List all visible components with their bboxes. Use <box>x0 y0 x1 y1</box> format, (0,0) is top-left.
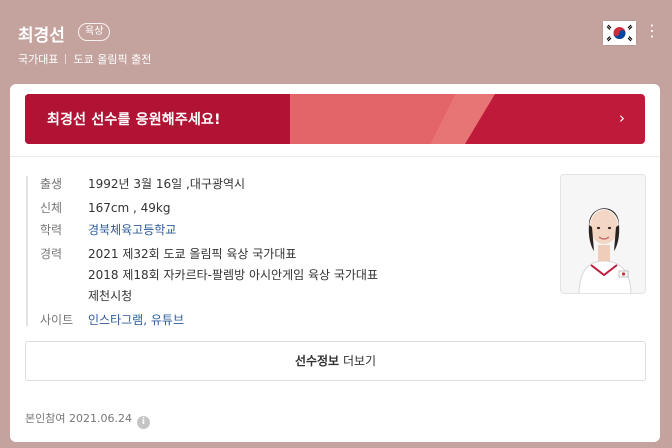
career-item: 제천시청 <box>88 289 133 303</box>
footer-text: 본인참여 2021.06.24 <box>25 412 132 425</box>
more-info-button[interactable]: 선수정보 더보기 <box>25 341 646 381</box>
site-links: 인스타그램, 유튜브 <box>88 312 184 328</box>
subline-divider <box>65 54 67 64</box>
cheer-text: 최경선 선수를 응원해주세요! <box>47 112 221 128</box>
card-divider <box>10 156 660 157</box>
profile-header: 최경선 육상 국가대표 도쿄 올림픽 출전 ⋮ <box>0 0 672 84</box>
school-label: 학력 <box>40 223 63 237</box>
athlete-photo[interactable] <box>560 174 646 294</box>
profile-subline: 국가대표 도쿄 올림픽 출전 <box>18 51 151 67</box>
athlete-name: 최경선 <box>18 26 65 46</box>
info-vertical-bar <box>26 176 28 326</box>
profile-card: 최경선 선수를 응원해주세요! › 출생 1992년 3월 16일 ,대구광역시… <box>10 84 660 442</box>
event-label: 도쿄 올림픽 출전 <box>73 53 152 66</box>
instagram-link[interactable]: 인스타그램 <box>88 313 143 327</box>
info-icon[interactable]: i <box>136 416 150 429</box>
site-link-separator: , <box>143 313 148 327</box>
youtube-link[interactable]: 유튜브 <box>151 313 184 327</box>
more-vertical-icon[interactable]: ⋮ <box>644 18 660 44</box>
career-item: 2018 제18회 자카르타-팔렘방 아시안게임 육상 국가대표 <box>88 268 379 282</box>
sport-badge: 육상 <box>78 23 111 41</box>
birth-value: 1992년 3월 16일 ,대구광역시 <box>88 177 246 191</box>
more-info-bold: 선수정보 <box>294 354 340 368</box>
career-item: 2021 제32회 도쿄 올림픽 육상 국가대표 <box>88 247 297 261</box>
career-label: 경력 <box>40 247 63 261</box>
cheer-banner[interactable]: 최경선 선수를 응원해주세요! › <box>25 94 645 144</box>
footer: 본인참여 2021.06.24 i <box>25 410 150 429</box>
birth-label: 출생 <box>40 177 63 191</box>
chevron-right-icon: › <box>619 109 625 127</box>
body-label: 신체 <box>40 201 63 215</box>
more-info-rest: 더보기 <box>342 354 377 368</box>
site-label: 사이트 <box>40 313 74 327</box>
team-label: 국가대표 <box>18 53 59 66</box>
body-value: 167cm , 49kg <box>88 201 171 215</box>
korea-flag-icon <box>603 21 636 45</box>
school-link[interactable]: 경북체육고등학교 <box>88 222 176 238</box>
